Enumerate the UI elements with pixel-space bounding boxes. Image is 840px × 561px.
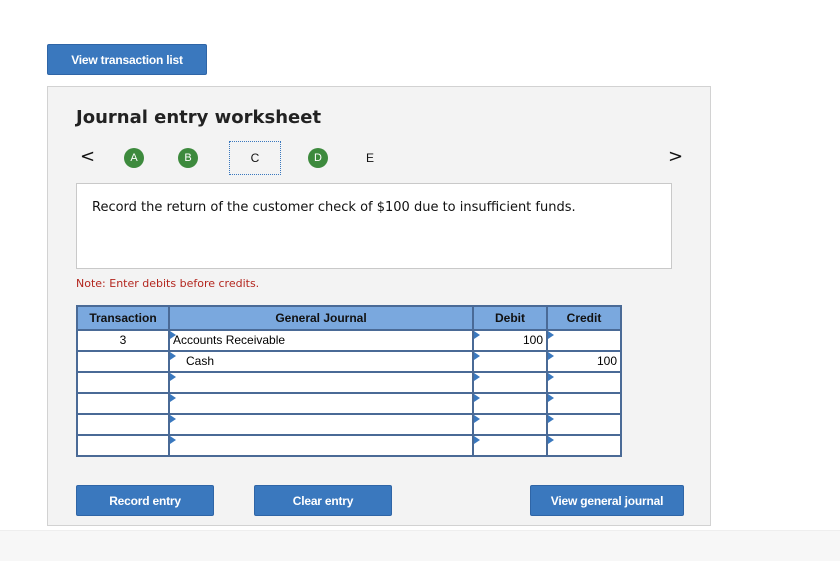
table-row: 3 Accounts Receivable 100 xyxy=(76,329,622,352)
account-field[interactable] xyxy=(170,436,472,455)
dropdown-marker-icon xyxy=(170,352,176,360)
table-row xyxy=(76,413,622,436)
debit-field[interactable] xyxy=(474,373,546,392)
account-cell[interactable] xyxy=(168,413,474,436)
dropdown-marker-icon xyxy=(170,415,176,423)
debit-cell[interactable] xyxy=(472,434,548,457)
clear-entry-button[interactable]: Clear entry xyxy=(254,485,392,516)
account-cell[interactable]: Accounts Receivable xyxy=(168,329,474,352)
transaction-column-header: Transaction xyxy=(76,305,170,331)
transaction-value xyxy=(78,352,168,371)
record-entry-button[interactable]: Record entry xyxy=(76,485,214,516)
credit-cell[interactable] xyxy=(546,434,622,457)
dropdown-marker-icon xyxy=(170,373,176,381)
transaction-cell xyxy=(76,371,170,394)
account-cell[interactable]: Cash xyxy=(168,350,474,373)
transaction-value xyxy=(78,394,168,413)
debit-cell[interactable]: 100 xyxy=(472,329,548,352)
credit-field[interactable] xyxy=(548,394,620,413)
credit-cell[interactable] xyxy=(546,329,622,352)
transaction-cell xyxy=(76,413,170,436)
debit-field[interactable] xyxy=(474,394,546,413)
page-footer-strip xyxy=(0,530,840,561)
credit-cell[interactable] xyxy=(546,413,622,436)
journal-entry-worksheet-panel: Journal entry worksheet < A B C D E > Re… xyxy=(47,86,711,526)
credit-field[interactable] xyxy=(548,436,620,455)
debit-column-header: Debit xyxy=(472,305,548,331)
transaction-value xyxy=(78,436,168,455)
table-row: Cash 100 xyxy=(76,350,622,373)
credit-field[interactable] xyxy=(548,373,620,392)
debit-cell[interactable] xyxy=(472,371,548,394)
debit-field[interactable] xyxy=(474,352,546,371)
credit-cell[interactable] xyxy=(546,392,622,415)
dropdown-marker-icon xyxy=(474,415,480,423)
dropdown-marker-icon xyxy=(548,394,554,402)
table-row xyxy=(76,392,622,415)
step-e-button[interactable]: E xyxy=(360,148,380,168)
credit-field[interactable] xyxy=(548,331,620,350)
dropdown-marker-icon xyxy=(474,352,480,360)
step-d-button[interactable]: D xyxy=(308,148,328,168)
transaction-cell: 3 xyxy=(76,329,170,352)
worksheet-title: Journal entry worksheet xyxy=(76,107,322,128)
transaction-value xyxy=(78,373,168,392)
account-field[interactable] xyxy=(170,373,472,392)
dropdown-marker-icon xyxy=(474,331,480,339)
credit-field[interactable]: 100 xyxy=(548,352,620,371)
credit-field[interactable] xyxy=(548,415,620,434)
transaction-cell xyxy=(76,350,170,373)
prompt-text: Record the return of the customer check … xyxy=(92,200,576,215)
step-a-button[interactable]: A xyxy=(124,148,144,168)
previous-arrow-icon[interactable]: < xyxy=(80,147,95,167)
dropdown-marker-icon xyxy=(548,352,554,360)
dropdown-marker-icon xyxy=(548,331,554,339)
account-cell[interactable] xyxy=(168,371,474,394)
step-c-button[interactable]: C xyxy=(245,148,265,168)
transaction-value: 3 xyxy=(119,333,127,347)
prompt-box: Record the return of the customer check … xyxy=(76,183,672,269)
dropdown-marker-icon xyxy=(474,436,480,444)
debit-cell[interactable] xyxy=(472,413,548,436)
credit-cell[interactable] xyxy=(546,371,622,394)
table-row xyxy=(76,371,622,394)
debit-field[interactable]: 100 xyxy=(474,331,546,350)
transaction-cell xyxy=(76,434,170,457)
view-transaction-list-button[interactable]: View transaction list xyxy=(47,44,207,75)
journal-entry-table: Transaction General Journal Debit Credit… xyxy=(76,305,622,457)
view-general-journal-button[interactable]: View general journal xyxy=(530,485,684,516)
transaction-cell xyxy=(76,392,170,415)
debit-cell[interactable] xyxy=(472,392,548,415)
dropdown-marker-icon xyxy=(170,436,176,444)
debit-credit-note: Note: Enter debits before credits. xyxy=(76,277,260,290)
debit-field[interactable] xyxy=(474,415,546,434)
account-field[interactable] xyxy=(170,394,472,413)
dropdown-marker-icon xyxy=(474,373,480,381)
dropdown-marker-icon xyxy=(170,394,176,402)
account-cell[interactable] xyxy=(168,434,474,457)
debit-field[interactable] xyxy=(474,436,546,455)
dropdown-marker-icon xyxy=(474,394,480,402)
general-journal-column-header: General Journal xyxy=(168,305,474,331)
next-arrow-icon[interactable]: > xyxy=(668,147,683,167)
dropdown-marker-icon xyxy=(548,415,554,423)
dropdown-marker-icon xyxy=(170,331,176,339)
dropdown-marker-icon xyxy=(548,436,554,444)
table-header-row: Transaction General Journal Debit Credit xyxy=(76,305,622,331)
transaction-value xyxy=(78,415,168,434)
account-field[interactable]: Accounts Receivable xyxy=(170,331,472,350)
credit-column-header: Credit xyxy=(546,305,622,331)
step-b-button[interactable]: B xyxy=(178,148,198,168)
table-row xyxy=(76,434,622,457)
dropdown-marker-icon xyxy=(548,373,554,381)
credit-cell[interactable]: 100 xyxy=(546,350,622,373)
account-cell[interactable] xyxy=(168,392,474,415)
debit-cell[interactable] xyxy=(472,350,548,373)
account-field[interactable] xyxy=(170,415,472,434)
account-field[interactable]: Cash xyxy=(170,352,472,371)
